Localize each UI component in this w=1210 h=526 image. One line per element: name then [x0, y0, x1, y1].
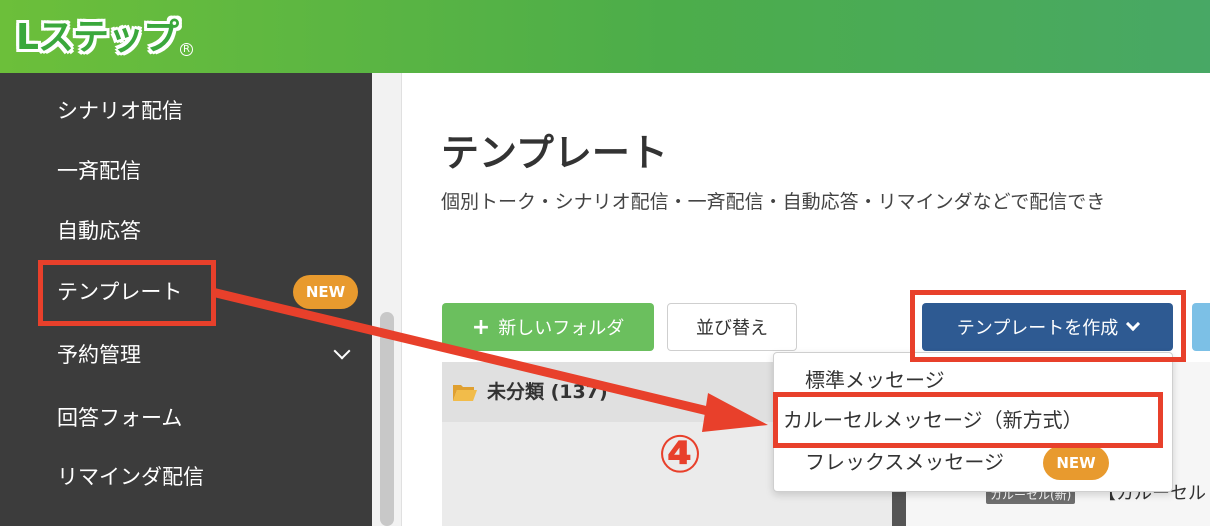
step-number: ④	[657, 425, 703, 485]
arrow-icon	[210, 287, 768, 432]
